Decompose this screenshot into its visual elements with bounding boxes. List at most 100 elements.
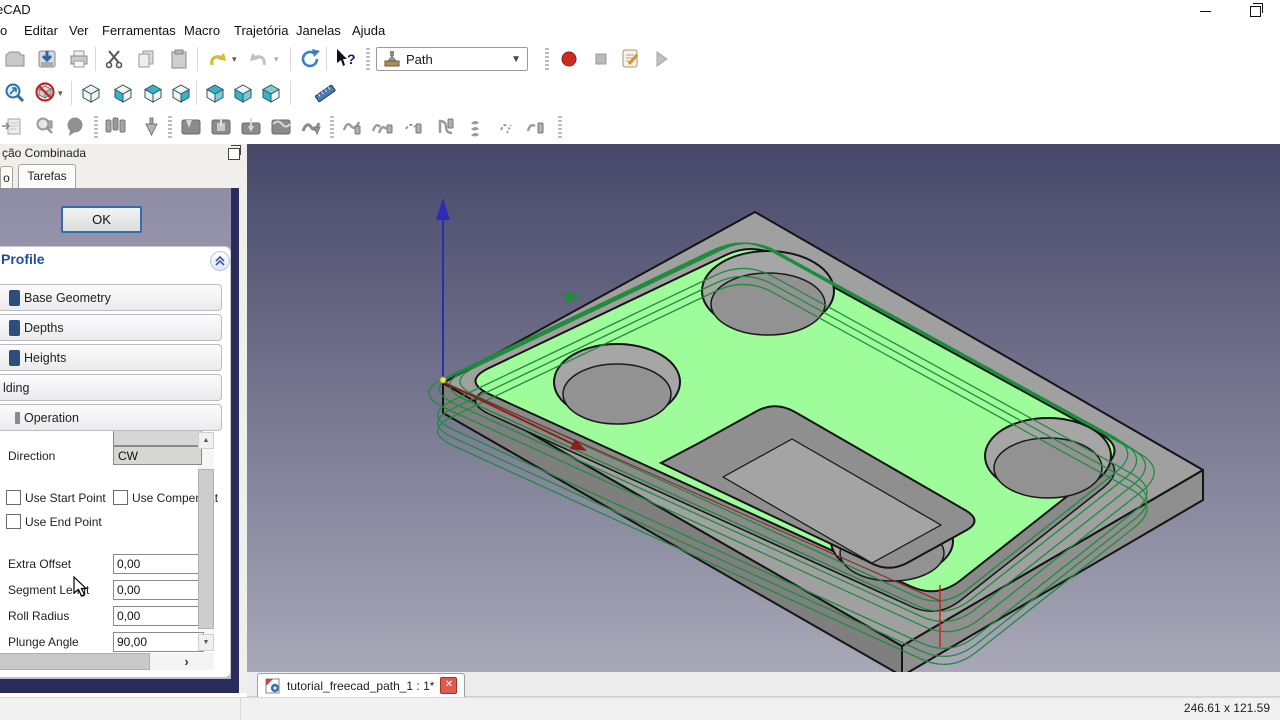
collapse-section-button[interactable] [210, 251, 230, 271]
use-start-point-label: Use Start Point [25, 491, 106, 505]
comment-button[interactable] [62, 114, 88, 140]
draw-style-button[interactable] [32, 80, 58, 106]
workbench-selector[interactable]: Path ▼ [376, 47, 528, 71]
print-button[interactable] [66, 46, 92, 72]
use-compensation-checkbox[interactable] [113, 490, 128, 505]
tab-model[interactable]: o [0, 166, 13, 188]
path-copy-button[interactable] [340, 114, 366, 140]
tool-bit-button[interactable] [138, 114, 164, 140]
cut-button[interactable] [102, 46, 128, 72]
save-icon [35, 47, 59, 71]
tool-manager-button[interactable] [102, 114, 128, 140]
refresh-button[interactable] [298, 46, 324, 72]
copy-button[interactable] [134, 46, 160, 72]
path-compound-button[interactable] [496, 114, 522, 140]
window-title: eCAD [0, 2, 31, 17]
macro-execute-button[interactable] [648, 46, 674, 72]
menu-editar[interactable]: Editar [24, 23, 58, 38]
restore-button[interactable] [1244, 4, 1266, 18]
view-front-button[interactable] [110, 80, 136, 106]
stop-icon [589, 47, 613, 71]
macro-record-button[interactable] [556, 46, 582, 72]
macro-edit-button[interactable] [618, 46, 644, 72]
minimize-button[interactable] [1194, 4, 1216, 18]
face-operation-button[interactable] [268, 114, 294, 140]
tool-bit-icon [139, 115, 163, 139]
drilling-operation-button[interactable] [238, 114, 264, 140]
draw-style-dropdown-icon[interactable]: ▾ [58, 88, 63, 99]
open-button[interactable] [2, 46, 28, 72]
segment-length-input[interactable] [113, 580, 204, 600]
use-start-point-checkbox[interactable] [6, 490, 21, 505]
path-simulate-button[interactable] [402, 114, 428, 140]
horizontal-scrollbar[interactable]: › [0, 653, 214, 670]
group-label: lding [3, 381, 29, 395]
cut-off-combobox[interactable] [113, 431, 202, 446]
menu-file[interactable]: o [0, 23, 7, 38]
menu-ajuda[interactable]: Ajuda [352, 23, 385, 38]
redo-button[interactable] [246, 46, 272, 72]
menu-janelas[interactable]: Janelas [296, 23, 341, 38]
base-geometry-icon [9, 290, 20, 306]
use-end-point-checkbox[interactable] [6, 514, 21, 529]
macro-stop-button[interactable] [588, 46, 614, 72]
view-bottom-button[interactable] [230, 80, 256, 106]
inspect-icon [33, 115, 57, 139]
view-rear-button[interactable] [202, 80, 228, 106]
path-fixture-button[interactable] [466, 114, 492, 140]
menu-ver[interactable]: Ver [69, 23, 89, 38]
plunge-angle-input[interactable] [113, 632, 204, 652]
pocket-operation-button[interactable] [208, 114, 234, 140]
post-process-button[interactable] [0, 114, 26, 140]
fit-all-button[interactable] [2, 80, 28, 106]
rear-view-icon [204, 82, 226, 104]
scroll-up-button[interactable]: ▲ [198, 432, 214, 449]
menu-trajetoria[interactable]: Trajetória [234, 23, 288, 38]
menu-ferramentas[interactable]: Ferramentas [102, 23, 176, 38]
scroll-down-button[interactable]: ▼ [198, 634, 214, 651]
measure-distance-button[interactable] [312, 80, 338, 106]
scroll-right-button[interactable]: › [178, 654, 195, 669]
group-base-geometry[interactable]: Base Geometry [0, 284, 222, 311]
path-hop-button[interactable] [524, 114, 550, 140]
group-operation[interactable]: Operation [0, 404, 222, 431]
ok-button[interactable]: OK [61, 206, 142, 233]
group-label: Base Geometry [24, 291, 111, 305]
document-tab[interactable]: tutorial_freecad_path_1 : 1* ✕ [257, 673, 465, 697]
horizontal-scrollbar-thumb[interactable] [0, 653, 150, 670]
undo-dropdown-icon[interactable]: ▾ [232, 54, 237, 65]
view-top-button[interactable] [140, 80, 166, 106]
view-left-button[interactable] [258, 80, 284, 106]
engrave-operation-button[interactable] [298, 114, 324, 140]
view-axonometric-button[interactable] [78, 80, 104, 106]
3d-viewport[interactable] [247, 144, 1280, 672]
group-holding[interactable]: lding [0, 374, 222, 401]
paste-button[interactable] [166, 46, 192, 72]
hole-4 [985, 418, 1111, 498]
redo-dropdown-icon[interactable]: ▾ [274, 54, 279, 65]
menu-macro[interactable]: Macro [184, 23, 220, 38]
use-end-point-label: Use End Point [25, 515, 102, 529]
extra-offset-input[interactable] [113, 554, 204, 574]
view-right-button[interactable] [168, 80, 194, 106]
roll-radius-input[interactable] [113, 606, 204, 626]
path-array-button[interactable] [370, 114, 396, 140]
copy-icon [135, 47, 159, 71]
group-depths[interactable]: Depths [0, 314, 222, 341]
profile-operation-button[interactable] [178, 114, 204, 140]
edit-macro-icon [619, 47, 643, 71]
save-button[interactable] [34, 46, 60, 72]
float-panel-icon[interactable] [228, 148, 240, 160]
tab-tarefas[interactable]: Tarefas [18, 164, 76, 188]
direction-combobox[interactable]: CW [113, 446, 202, 465]
whats-this-button[interactable]: ? [332, 46, 358, 72]
group-heights[interactable]: Heights [0, 344, 222, 371]
vertical-scrollbar-thumb[interactable] [198, 469, 214, 629]
tab-close-button[interactable]: ✕ [440, 677, 457, 694]
inspect-gcode-button[interactable] [32, 114, 58, 140]
undo-button[interactable] [204, 46, 230, 72]
path-dressup-button[interactable] [434, 114, 460, 140]
redo-icon [247, 47, 271, 71]
panel-header: ção Combinada [0, 144, 247, 163]
restore-icon [1250, 6, 1261, 17]
